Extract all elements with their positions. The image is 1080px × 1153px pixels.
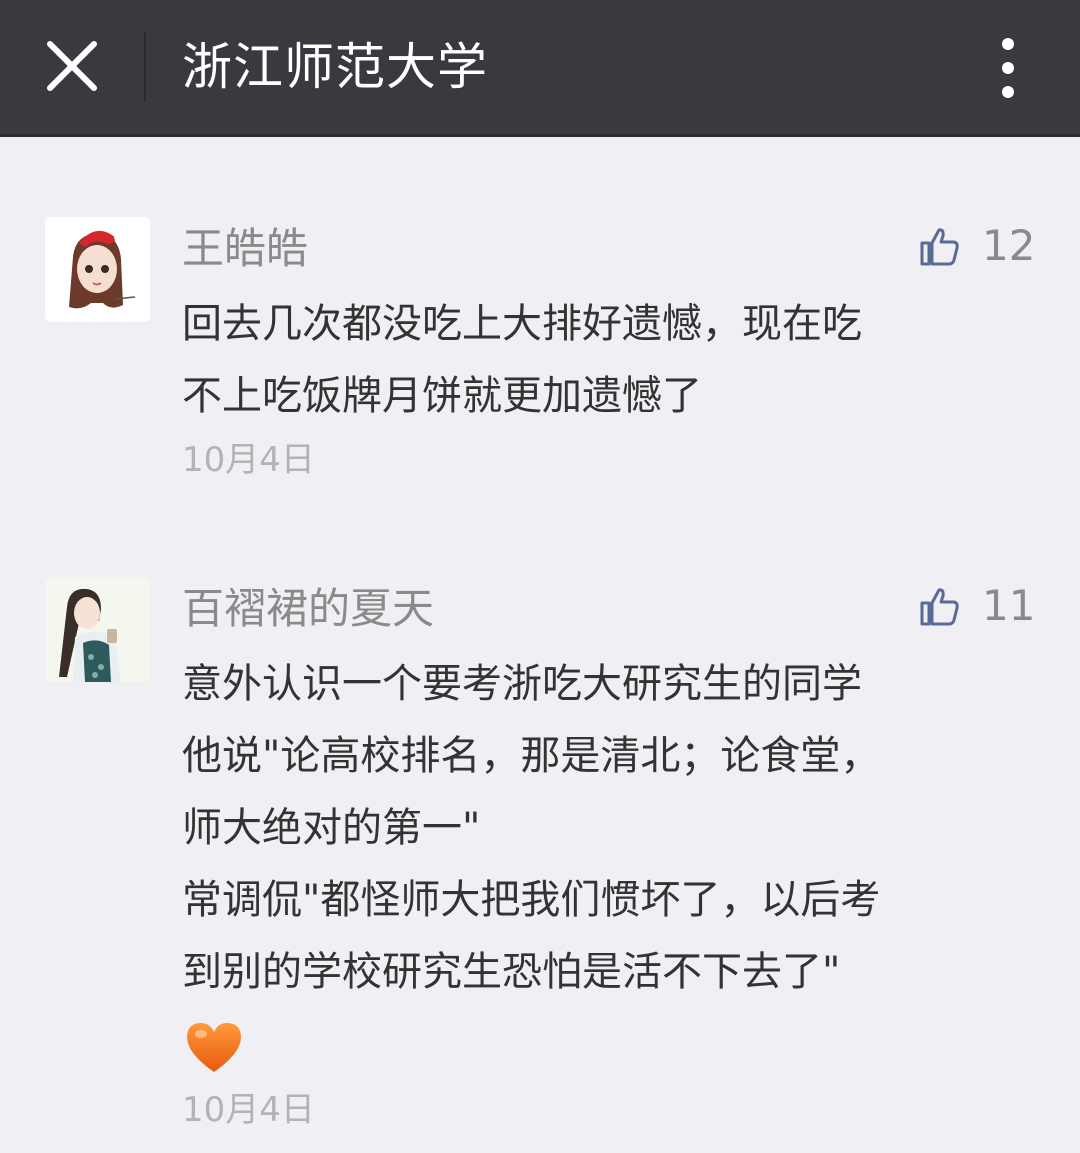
comment-date: 10月4日 [182,1090,315,1130]
more-button[interactable] [986,32,1030,104]
avatar[interactable] [45,217,150,322]
avatar-illustration-icon [45,217,150,322]
header-divider [144,32,146,102]
page-title: 浙江师范大学 [182,38,488,96]
like-button[interactable]: 12 [918,221,1048,277]
avatar[interactable] [45,577,150,682]
close-button[interactable] [36,28,108,104]
comment-author: 百褶裙的夏天 [182,584,435,633]
comment-line: 回去几次都没吃上大排好遗憾，现在吃 [182,301,862,347]
comment-author: 王皓皓 [182,224,309,273]
comment-line: 不上吃饭牌月饼就更加遗憾了 [182,373,702,419]
like-button[interactable]: 11 [918,581,1048,637]
orange-heart-icon [187,1023,241,1072]
comment-line: 常调侃"都怪师大把我们惯坏了，以后考 [182,877,881,923]
thumbs-up-icon [920,588,959,626]
comment-text: 意外认识一个要考浙吃大研究生的同学 他说"论高校排名，那是清北；论食堂， 师大绝… [182,648,1042,1008]
thumbs-up-icon [920,228,959,266]
comment-line: 师大绝对的第一" [182,805,481,851]
comment-line: 到别的学校研究生恐怕是活不下去了" [182,949,841,995]
comment-date: 10月4日 [182,440,315,480]
avatar-illustration-icon [45,577,150,682]
like-count: 12 [982,221,1036,270]
like-count: 11 [982,581,1036,630]
comment-line: 他说"论高校排名，那是清北；论食堂， [182,733,881,779]
comment-line: 意外认识一个要考浙吃大研究生的同学 [182,661,862,707]
top-bar: 浙江师范大学 [0,0,1080,137]
comment-text: 回去几次都没吃上大排好遗憾，现在吃 不上吃饭牌月饼就更加遗憾了 [182,288,1042,432]
close-icon [47,41,97,91]
